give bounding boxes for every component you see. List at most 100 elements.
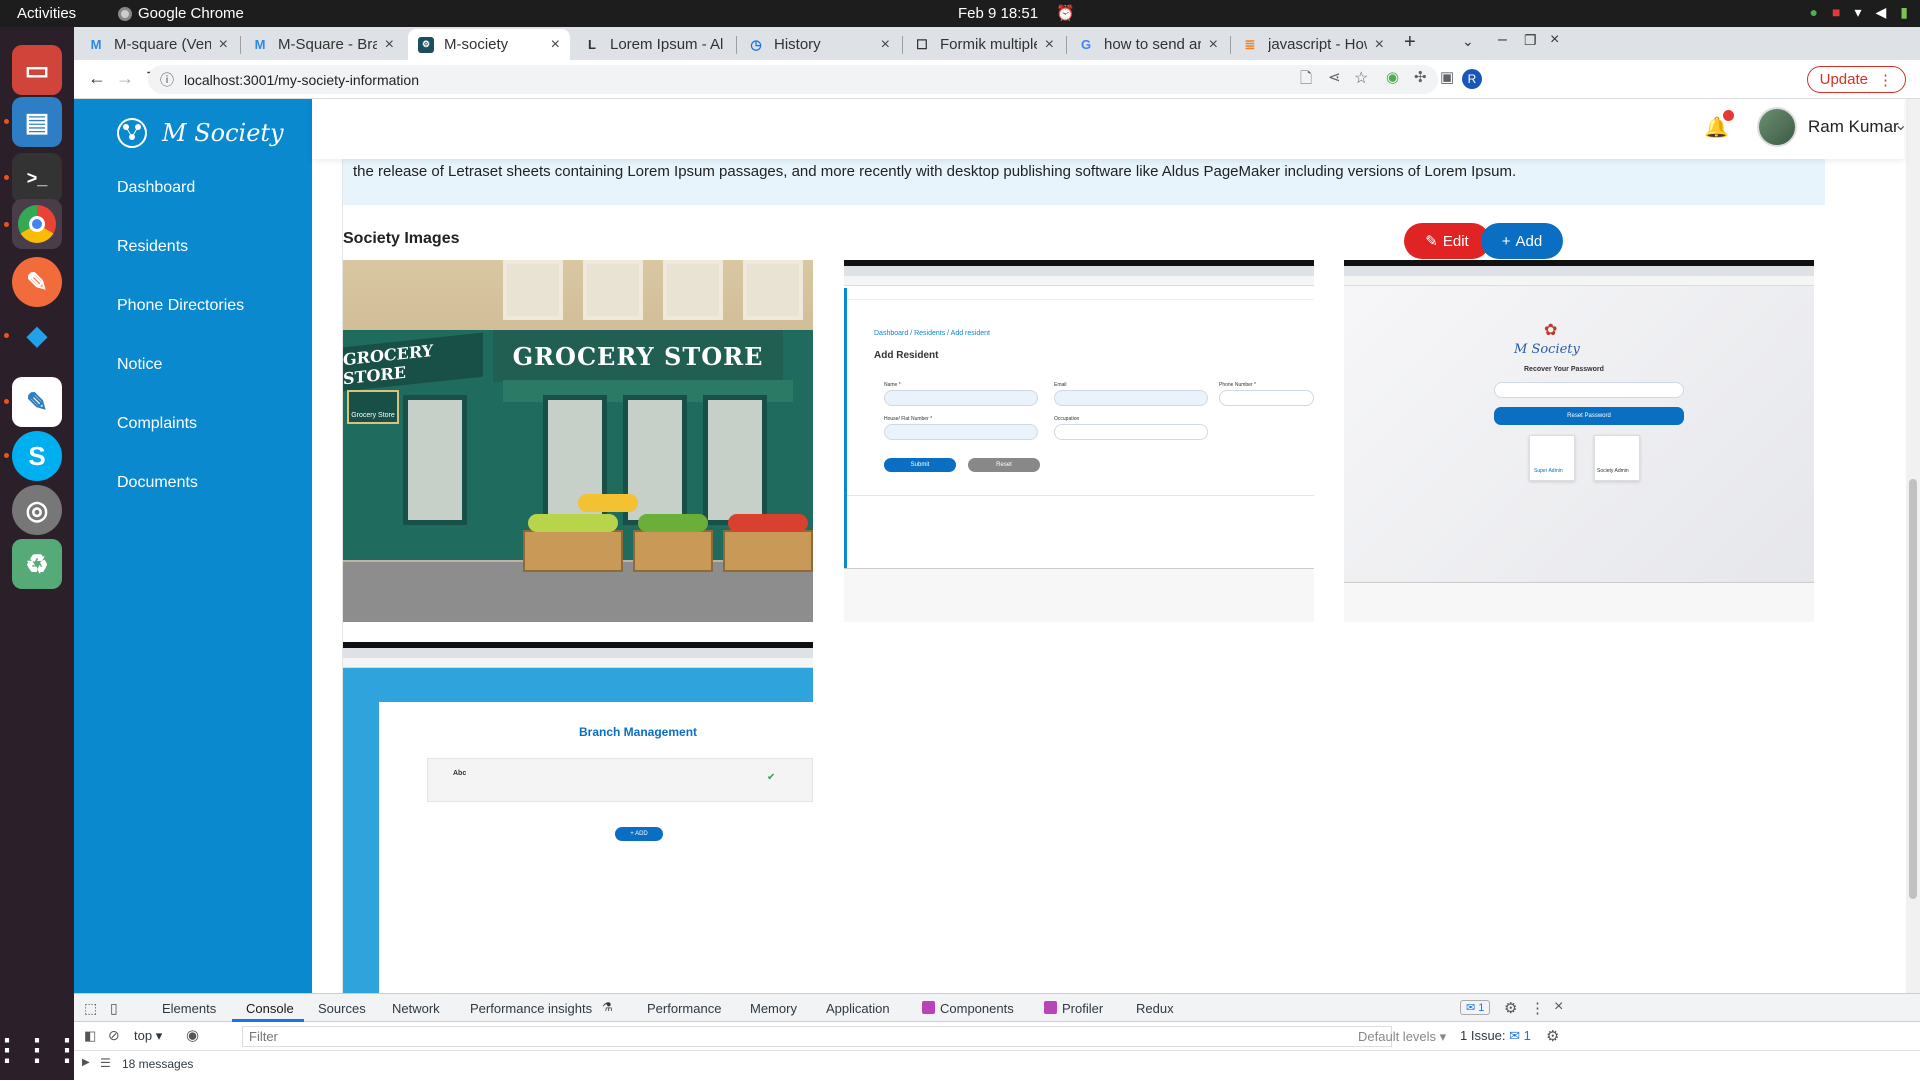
more-options-icon[interactable]: ⋮ xyxy=(1530,999,1545,1017)
edit-button[interactable]: ✎ Edit xyxy=(1404,223,1490,259)
m-society-icon: ⚙ xyxy=(418,36,434,53)
share-icon[interactable]: ⋖ xyxy=(1328,68,1341,86)
devtools-tab-elements[interactable]: Elements xyxy=(162,1001,216,1016)
bookmark-star-icon[interactable]: ☆ xyxy=(1354,68,1368,88)
browser-tab[interactable]: L Lorem Ipsum - All th xyxy=(574,29,734,60)
close-icon[interactable]: × xyxy=(1375,36,1384,54)
devtools-tab-console[interactable]: Console xyxy=(246,1001,294,1016)
side-panel-icon[interactable]: ▣ xyxy=(1440,68,1454,86)
society-image-branch-management[interactable]: Branch Management Abc ✔ + ADD xyxy=(343,642,813,993)
running-indicator xyxy=(4,333,9,338)
clock[interactable]: Feb 9 18:51 xyxy=(958,5,1038,22)
issues-badge[interactable]: 1 Issue: ✉ 1 xyxy=(1460,1028,1531,1044)
nav-dashboard[interactable]: Dashboard xyxy=(117,179,195,197)
browser-tab[interactable]: ☐ Formik multiple uplc × xyxy=(904,29,1064,60)
devtools-tab-components[interactable]: Components xyxy=(940,1001,1014,1016)
nav-notice[interactable]: Notice xyxy=(117,356,162,374)
society-image-add-resident[interactable]: Dashboard / Residents / Add resident Add… xyxy=(844,260,1314,622)
devtools-tab-network[interactable]: Network xyxy=(392,1001,440,1016)
running-indicator xyxy=(4,399,9,404)
brand-logo[interactable]: M Society xyxy=(114,115,284,151)
close-icon[interactable]: × xyxy=(1209,36,1218,54)
notification-dot xyxy=(1723,110,1734,121)
show-apps-icon[interactable]: ⋮⋮⋮ xyxy=(0,1025,82,1075)
trash-dock-icon[interactable]: ♻ xyxy=(12,539,62,589)
nav-documents[interactable]: Documents xyxy=(117,474,198,492)
sidebar-toggle-icon[interactable]: ◧ xyxy=(84,1028,96,1044)
society-image-recover-password[interactable]: ✿ M Society Recover Your Password Reset … xyxy=(1344,260,1814,622)
activities-button[interactable]: Activities xyxy=(17,5,76,22)
main-content: the release of Letraset sheets containin… xyxy=(312,149,1904,993)
devtools-tab-memory[interactable]: Memory xyxy=(750,1001,797,1016)
browser-tab[interactable]: ≣ javascript - How to p × xyxy=(1232,29,1394,60)
system-tray[interactable]: ● ■ ▾ ◀ ▮ xyxy=(1810,4,1908,21)
text-editor-dock-icon[interactable]: ▤ xyxy=(12,97,62,147)
expand-triangle-icon[interactable]: ▶ xyxy=(82,1057,90,1068)
close-icon[interactable]: × xyxy=(385,36,394,54)
inspect-icon[interactable]: ⬚ xyxy=(84,1000,97,1017)
console-settings-icon[interactable]: ⚙ xyxy=(1546,1027,1559,1045)
extension-icon[interactable]: ◉ xyxy=(1386,68,1399,86)
browser-tab-active[interactable]: ⚙ M-society × xyxy=(408,29,570,60)
close-icon[interactable]: × xyxy=(881,36,890,54)
user-name[interactable]: Ram Kumar xyxy=(1808,117,1899,137)
react-components-icon xyxy=(922,1001,935,1014)
update-button[interactable]: Update ⋮ xyxy=(1806,66,1906,93)
site-info-icon[interactable]: ⓘ xyxy=(160,70,174,90)
browser-tab[interactable]: M M-Square - Branch M × xyxy=(242,29,404,60)
files-dock-icon[interactable]: ▭ xyxy=(12,45,62,95)
page-icon[interactable]: 🗋 xyxy=(1300,68,1312,93)
close-icon[interactable]: × xyxy=(1045,36,1054,54)
nav-residents[interactable]: Residents xyxy=(117,238,188,256)
clear-console-icon[interactable]: ⊘ xyxy=(108,1027,120,1044)
gedit-dock-icon[interactable]: ✎ xyxy=(12,377,62,427)
nav-complaints[interactable]: Complaints xyxy=(117,415,197,433)
new-tab-icon[interactable]: + xyxy=(1404,31,1416,54)
chrome-logo-icon xyxy=(18,205,56,243)
disk-dock-icon[interactable]: ◎ xyxy=(12,485,62,535)
chrome-dock-icon[interactable] xyxy=(12,199,62,249)
chevron-down-icon[interactable]: ⌄ xyxy=(1894,115,1907,135)
running-indicator xyxy=(4,453,9,458)
device-toolbar-icon[interactable]: ▯ xyxy=(110,1000,118,1017)
close-devtools-icon[interactable]: × xyxy=(1554,998,1563,1016)
browser-tab[interactable]: G how to send array in × xyxy=(1068,29,1228,60)
page-scrollbar[interactable] xyxy=(1906,99,1920,993)
vscode-dock-icon[interactable]: ◆ xyxy=(12,310,62,360)
society-image-grocery-store[interactable]: GROCERY STORE GROCERY STORE Grocery Stor… xyxy=(343,260,813,622)
puzzle-icon[interactable]: ✣ xyxy=(1414,68,1427,86)
devtools-tab-redux[interactable]: Redux xyxy=(1136,1001,1174,1016)
devtools-tab-performance-insights[interactable]: Performance insights xyxy=(470,1001,592,1016)
tab-search-icon[interactable]: ⌄ xyxy=(1462,33,1474,50)
messages-count[interactable]: 18 messages xyxy=(122,1057,193,1071)
browser-tab[interactable]: ◷ History × xyxy=(738,29,900,60)
back-icon[interactable]: ← xyxy=(88,68,106,89)
settings-gear-icon[interactable]: ⚙ xyxy=(1504,999,1517,1017)
nav-phone-directories[interactable]: Phone Directories xyxy=(117,297,244,315)
m-logo-icon: M xyxy=(254,37,266,52)
minimize-icon[interactable]: – xyxy=(1498,31,1507,49)
browser-tab[interactable]: M M-square (Vendor) × xyxy=(78,29,238,60)
add-button[interactable]: + Add xyxy=(1481,223,1563,259)
window-close-icon[interactable]: × xyxy=(1550,31,1559,49)
devtools-tab-profiler[interactable]: Profiler xyxy=(1062,1001,1103,1016)
close-icon[interactable]: × xyxy=(219,36,228,54)
context-selector[interactable]: top ▾ xyxy=(134,1028,162,1044)
devtools-tab-sources[interactable]: Sources xyxy=(318,1001,366,1016)
user-avatar[interactable] xyxy=(1757,107,1797,147)
active-app-menu[interactable]: Google Chrome xyxy=(118,5,244,22)
skype-dock-icon[interactable]: S xyxy=(12,431,62,481)
maximize-icon[interactable]: ❐ xyxy=(1524,32,1537,49)
profile-avatar[interactable]: R xyxy=(1462,69,1482,89)
address-bar[interactable]: ⓘ localhost:3001/my-society-information xyxy=(148,65,1438,94)
log-levels-dropdown[interactable]: Default levels ▾ xyxy=(1358,1029,1446,1045)
postman-dock-icon[interactable]: ✎ xyxy=(12,257,62,307)
console-filter-input[interactable] xyxy=(242,1026,1392,1047)
forward-icon[interactable]: → xyxy=(116,68,134,89)
terminal-dock-icon[interactable]: >_ xyxy=(12,153,62,203)
devtools-tab-performance[interactable]: Performance xyxy=(647,1001,721,1016)
eye-icon[interactable]: ◉ xyxy=(186,1026,199,1044)
close-icon[interactable]: × xyxy=(551,36,560,54)
message-badge[interactable]: ✉ 1 xyxy=(1460,1000,1491,1015)
devtools-tab-application[interactable]: Application xyxy=(826,1001,890,1016)
